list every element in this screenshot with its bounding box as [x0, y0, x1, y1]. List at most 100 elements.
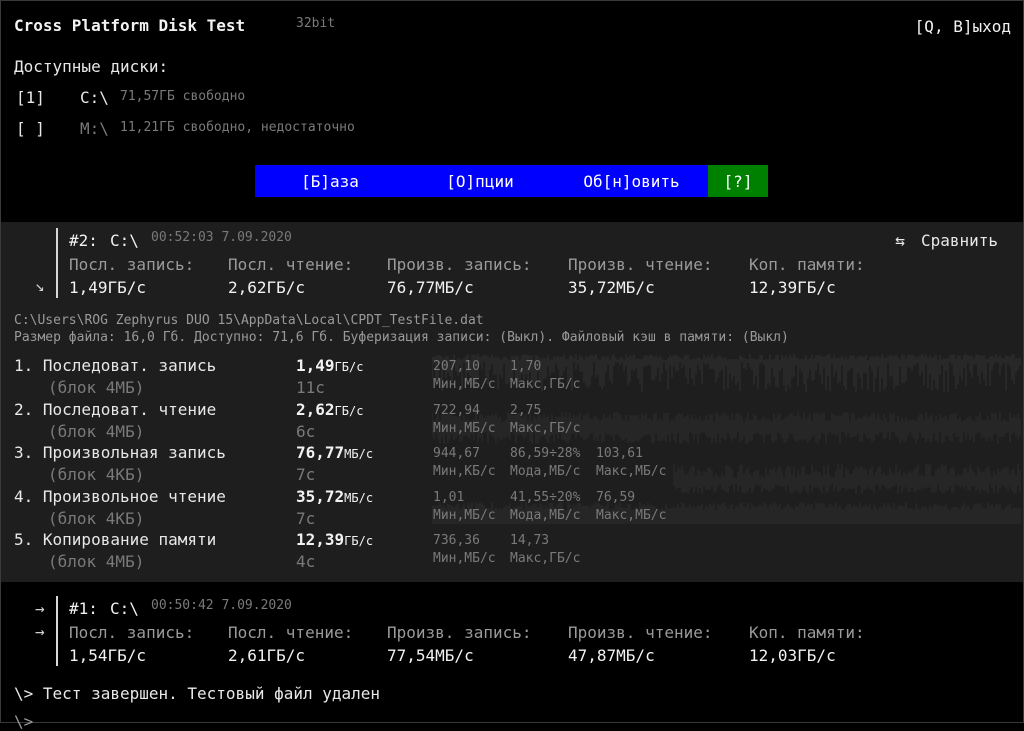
swap-arrows-icon: ⇆ — [895, 231, 905, 250]
test-name[interactable]: 3. Произвольная запись — [14, 443, 226, 462]
result2-time: 00:52:03 7.09.2020 — [151, 230, 292, 245]
result2-value-memcopy: 12,39ГБ/с — [749, 278, 836, 297]
test-block-size: (блок 4МБ) — [48, 378, 145, 397]
base-button-label: [Б]аза — [301, 171, 359, 191]
test-speed-unit: МБ/с — [344, 447, 374, 461]
result1-header-memcopy: Коп. памяти: — [749, 623, 865, 642]
stat-second-value: 1,70 — [510, 359, 542, 374]
result2-header-seq-read: Посл. чтение: — [228, 255, 354, 274]
stat-second-value: 14,73 — [510, 533, 550, 548]
result2-header-rnd-read: Произв. чтение: — [568, 255, 713, 274]
result1-header-seq-read: Посл. чтение: — [228, 623, 354, 642]
stat-max-label: Макс,МБ/с — [596, 464, 667, 479]
test-speed-value: 1,49 — [296, 356, 335, 375]
test-duration: 6с — [296, 421, 316, 441]
result2-header-rnd-write: Произв. запись: — [387, 255, 532, 274]
test-speed: 76,77МБ/с — [296, 443, 373, 462]
stat-second-label: Макс,ГБ/с — [510, 551, 581, 566]
disk-info-c: 71,57ГБ свободно — [120, 89, 246, 104]
test-name[interactable]: 5. Копирование памяти — [14, 530, 216, 549]
result2-value-rnd-read: 35,72МБ/с — [568, 278, 655, 297]
bitness-label: 32bit — [296, 16, 336, 31]
base-button[interactable]: [Б]аза — [255, 165, 405, 197]
test-speed-unit: ГБ/с — [334, 403, 364, 418]
result1-value-memcopy: 12,03ГБ/с — [749, 646, 836, 665]
options-button-label: [О]пции — [446, 171, 514, 191]
result2-value-seq-write: 1,49ГБ/с — [69, 278, 147, 297]
disk-letter-c[interactable]: C:\ — [80, 88, 109, 107]
test-block-size: (блок 4МБ) — [48, 552, 145, 571]
result2-divider — [56, 228, 58, 298]
test-file-info: Размер файла: 16,0 Гб. Доступно: 71,6 Гб… — [14, 330, 789, 345]
stat-min-label: Мин,КБ/с — [433, 464, 496, 479]
test-speed: 35,72МБ/с — [296, 487, 373, 506]
test-block-size: (блок 4КБ) — [48, 508, 145, 528]
stat-second-label: Мода,МБ/с — [510, 507, 581, 523]
compare-button[interactable]: ⇆ Сравнить — [895, 231, 998, 250]
result1-divider — [56, 596, 58, 666]
result1-header-rnd-read: Произв. чтение: — [568, 623, 713, 642]
result2-value-seq-read: 2,62ГБ/с — [228, 278, 306, 297]
result1-value-seq-write: 1,54ГБ/с — [69, 646, 147, 665]
stat-min-label: Мин,МБ/с — [433, 377, 496, 392]
options-button[interactable]: [О]пции — [405, 165, 555, 197]
test-name[interactable]: 4. Произвольное чтение — [14, 487, 226, 506]
exit-button[interactable]: [Q, В]ыход — [915, 17, 1011, 36]
disks-label: Доступные диски: — [14, 57, 169, 76]
test-speed: 12,39ГБ/с — [296, 530, 373, 549]
stat-min-label: Мин,МБ/с — [433, 551, 496, 566]
result1-time: 00:50:42 7.09.2020 — [151, 598, 292, 613]
test-speed-value: 2,62 — [296, 399, 335, 419]
disk-letter-m[interactable]: M:\ — [80, 119, 109, 138]
collapse-arrow-icon[interactable]: ↘ — [35, 276, 45, 295]
disk-checkbox-c[interactable]: [1] — [16, 88, 45, 107]
test-duration: 7с — [296, 508, 316, 528]
compare-label: Сравнить — [920, 231, 998, 250]
stat-min-label: Мин,МБ/с — [433, 420, 496, 436]
result2-header-memcopy: Коп. памяти: — [749, 255, 865, 274]
test-name[interactable]: 2. Последоват. чтение — [14, 400, 216, 419]
stat-second-value: 41,55÷20% — [510, 489, 581, 505]
test-duration: 4с — [296, 552, 316, 571]
test-speed-value: 35,72 — [296, 486, 345, 506]
test-duration: 11с — [296, 378, 325, 397]
stat-max-value: 103,61 — [596, 446, 643, 461]
stat-second-label: Макс,ГБ/с — [510, 377, 581, 392]
test-name[interactable]: 1. Последоват. запись — [14, 356, 216, 375]
result2-value-rnd-write: 76,77МБ/с — [387, 278, 474, 297]
stat-min-value: 722,94 — [433, 402, 480, 418]
result1-id: #1: — [69, 599, 98, 618]
result2-id: #2: — [69, 231, 98, 250]
stat-second-value: 2,75 — [510, 402, 542, 418]
test-speed-unit: ГБ/с — [344, 534, 374, 548]
stat-min-value: 207,10 — [433, 359, 480, 374]
stat-max-label: Макс,МБ/с — [596, 507, 667, 523]
result1-header-seq-write: Посл. запись: — [69, 623, 195, 642]
test-speed: 2,62ГБ/с — [296, 400, 363, 419]
result1-drive: C:\ — [110, 599, 139, 618]
stat-second-label: Макс,ГБ/с — [510, 420, 581, 436]
stat-second-label: Мода,МБ/с — [510, 464, 581, 479]
result1-value-rnd-read: 47,87МБ/с — [568, 646, 655, 665]
disk-checkbox-m[interactable]: [ ] — [16, 119, 45, 138]
test-speed-unit: ГБ/с — [334, 360, 364, 374]
disk-info-m: 11,21ГБ свободно, недостаточно — [120, 120, 355, 135]
test-speed-unit: МБ/с — [344, 490, 374, 505]
stat-max-value: 76,59 — [596, 489, 636, 505]
app-title: Cross Platform Disk Test — [14, 16, 246, 35]
test-block-size: (блок 4КБ) — [48, 465, 145, 484]
result1-value-rnd-write: 77,54МБ/с — [387, 646, 474, 665]
result1-value-seq-read: 2,61ГБ/с — [228, 646, 306, 665]
result1-header-rnd-write: Произв. запись: — [387, 623, 532, 642]
result2-header-seq-write: Посл. запись: — [69, 255, 195, 274]
refresh-button[interactable]: Об[н]овить — [555, 165, 708, 197]
test-speed: 1,49ГБ/с — [296, 356, 363, 375]
test-speed-value: 12,39 — [296, 530, 345, 549]
console-status: \> Тест завершен. Тестовый файл удален — [14, 684, 381, 703]
stat-min-value: 736,36 — [433, 533, 480, 548]
refresh-button-label: Об[н]овить — [583, 171, 680, 191]
console-prompt[interactable]: \> — [14, 712, 33, 731]
help-button[interactable]: [?] — [708, 165, 768, 197]
stat-min-value: 1,01 — [433, 489, 465, 505]
test-file-path: C:\Users\ROG Zephyrus DUO 15\AppData\Loc… — [14, 313, 484, 328]
